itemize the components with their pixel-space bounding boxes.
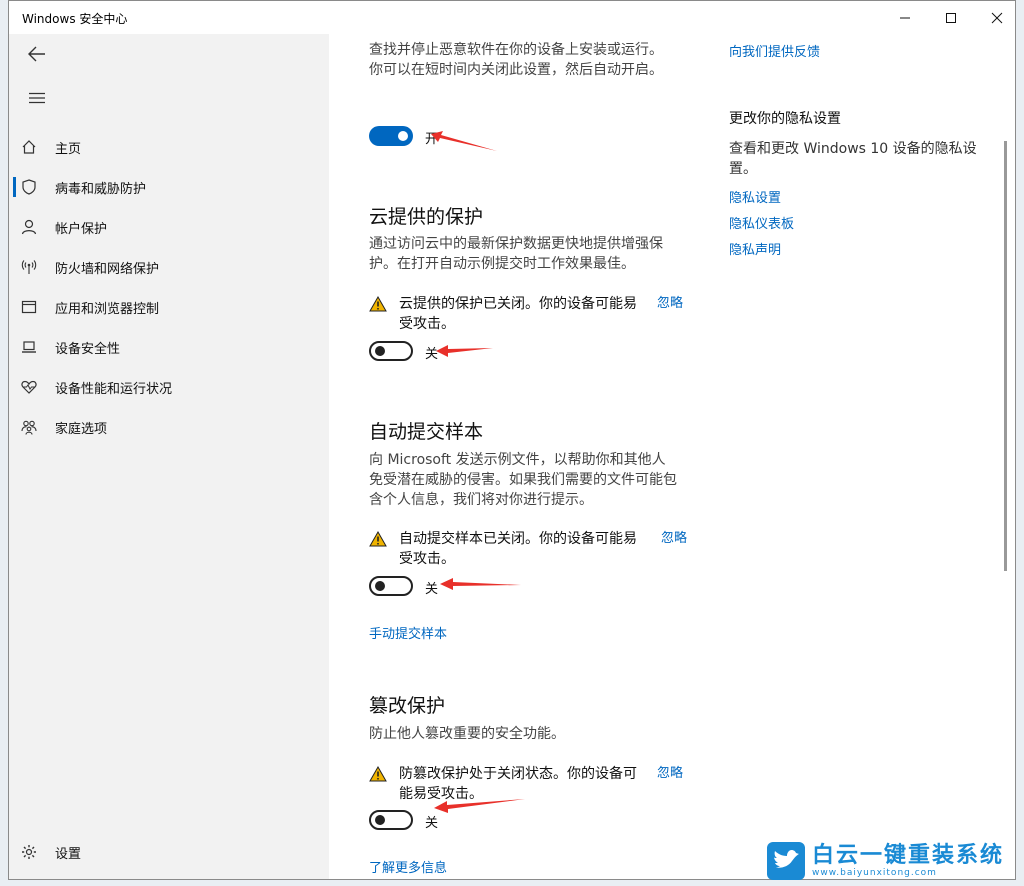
close-button[interactable] <box>974 1 1015 34</box>
person-icon <box>21 219 37 235</box>
sidebar-item-app-browser[interactable]: 应用和浏览器控制 <box>9 287 329 327</box>
annotation-arrow-icon <box>434 799 525 813</box>
manual-submit-link[interactable]: 手动提交样本 <box>369 623 447 642</box>
watermark: 白云一键重装系统 www.baiyunxitong.com <box>766 840 1016 882</box>
sample-submission-title: 自动提交样本 <box>369 421 484 443</box>
heart-pulse-icon <box>21 379 37 395</box>
hamburger-menu-button[interactable] <box>17 78 57 118</box>
realtime-description: 查找并停止恶意软件在你的设备上安装或运行。 你可以在短时间内关闭此设置，然后自动… <box>369 42 663 78</box>
window-title: Windows 安全中心 <box>22 12 128 26</box>
sidebar-item-label: 家庭选项 <box>55 421 108 437</box>
annotation-arrow-icon <box>440 578 521 590</box>
sidebar-item-virus-protection[interactable]: 病毒和威胁防护 <box>9 167 329 207</box>
watermark-title: 白云一键重装系统 <box>812 843 1005 868</box>
wifi-antenna-icon <box>21 259 37 275</box>
back-arrow-icon <box>28 46 45 62</box>
bird-logo-icon <box>767 842 805 880</box>
warning-text: 自动提交样本已关闭。你的设备可能易受攻击。 <box>399 531 637 567</box>
sidebar-item-label: 帐户保护 <box>55 221 108 237</box>
warning-text: 云提供的保护已关闭。你的设备可能易受攻击。 <box>399 296 637 332</box>
scrollbar[interactable] <box>1004 141 1007 571</box>
privacy-description: 查看和更改 Windows 10 设备的隐私设置。 <box>729 141 977 177</box>
cloud-description: 通过访问云中的最新保护数据更快地提供增强保护。在打开自动示例提交时工作效果最佳。 <box>369 236 663 272</box>
cloud-protection-title: 云提供的保护 <box>369 206 484 228</box>
feedback-link[interactable]: 向我们提供反馈 <box>729 41 820 60</box>
minimize-button[interactable] <box>882 1 928 34</box>
app-window-icon <box>21 299 37 315</box>
sidebar: 主页 病毒和威胁防护 帐户保护 防火墙和网络保护 应用和浏览器控制 设备安全性 … <box>9 34 329 879</box>
sidebar-item-label: 主页 <box>55 141 82 157</box>
back-button[interactable] <box>17 34 57 74</box>
family-icon <box>21 419 37 435</box>
watermark-url: www.baiyunxitong.com <box>812 868 937 878</box>
security-center-window: Windows 安全中心 主页 病毒和威胁防护 帐户保护 防火墙和网络保护 应用… <box>8 0 1016 880</box>
warning-icon <box>369 530 387 551</box>
related-panel: 向我们提供反馈 更改你的隐私设置 查看和更改 Windows 10 设备的隐私设… <box>709 34 999 879</box>
laptop-icon <box>21 339 37 355</box>
annotation-arrow-icon <box>436 345 493 357</box>
dismiss-link[interactable]: 忽略 <box>657 294 683 314</box>
sample-toggle[interactable] <box>369 576 413 596</box>
sidebar-item-family[interactable]: 家庭选项 <box>9 407 329 447</box>
cloud-warning: 云提供的保护已关闭。你的设备可能易受攻击。 忽略 <box>369 294 699 334</box>
sidebar-item-label: 设置 <box>55 846 82 862</box>
warning-icon <box>369 295 387 316</box>
sidebar-item-label: 应用和浏览器控制 <box>55 301 160 317</box>
home-icon <box>21 139 37 155</box>
maximize-button[interactable] <box>928 1 974 34</box>
sidebar-item-home[interactable]: 主页 <box>9 127 329 167</box>
main-content: 查找并停止恶意软件在你的设备上安装或运行。 你可以在短时间内关闭此设置，然后自动… <box>329 34 709 879</box>
cloud-toggle[interactable] <box>369 341 413 361</box>
tamper-warning: 防篡改保护处于关闭状态。你的设备可能易受攻击。 忽略 <box>369 764 699 804</box>
sample-toggle-label: 关 <box>425 582 439 597</box>
sidebar-item-label: 设备安全性 <box>55 341 121 357</box>
tamper-toggle[interactable] <box>369 810 413 830</box>
privacy-heading: 更改你的隐私设置 <box>729 111 841 127</box>
gear-icon <box>21 844 37 860</box>
annotation-arrow-icon <box>431 131 497 151</box>
tamper-protection-title: 篡改保护 <box>369 695 446 717</box>
sidebar-item-label: 病毒和威胁防护 <box>55 181 147 197</box>
tamper-description: 防止他人篡改重要的安全功能。 <box>369 726 565 742</box>
sidebar-item-label: 防火墙和网络保护 <box>55 261 160 277</box>
dismiss-link[interactable]: 忽略 <box>661 529 687 549</box>
shield-icon <box>21 179 37 195</box>
privacy-settings-link[interactable]: 隐私设置 <box>729 187 781 206</box>
title-bar: Windows 安全中心 <box>9 1 1015 34</box>
sidebar-item-label: 设备性能和运行状况 <box>55 381 173 397</box>
sample-description: 向 Microsoft 发送示例文件，以帮助你和其他人免受潜在威胁的侵害。如果我… <box>369 452 677 508</box>
sidebar-item-device-security[interactable]: 设备安全性 <box>9 327 329 367</box>
sidebar-item-settings[interactable]: 设置 <box>9 832 329 872</box>
sidebar-item-account-protection[interactable]: 帐户保护 <box>9 207 329 247</box>
learn-more-link[interactable]: 了解更多信息 <box>369 857 447 876</box>
sample-warning: 自动提交样本已关闭。你的设备可能易受攻击。 忽略 <box>369 529 699 569</box>
sidebar-item-firewall[interactable]: 防火墙和网络保护 <box>9 247 329 287</box>
privacy-statement-link[interactable]: 隐私声明 <box>729 239 781 258</box>
sidebar-item-device-performance[interactable]: 设备性能和运行状况 <box>9 367 329 407</box>
dismiss-link[interactable]: 忽略 <box>657 764 683 784</box>
warning-icon <box>369 765 387 786</box>
realtime-toggle[interactable] <box>369 126 413 146</box>
hamburger-icon <box>29 92 45 104</box>
privacy-dashboard-link[interactable]: 隐私仪表板 <box>729 213 794 232</box>
